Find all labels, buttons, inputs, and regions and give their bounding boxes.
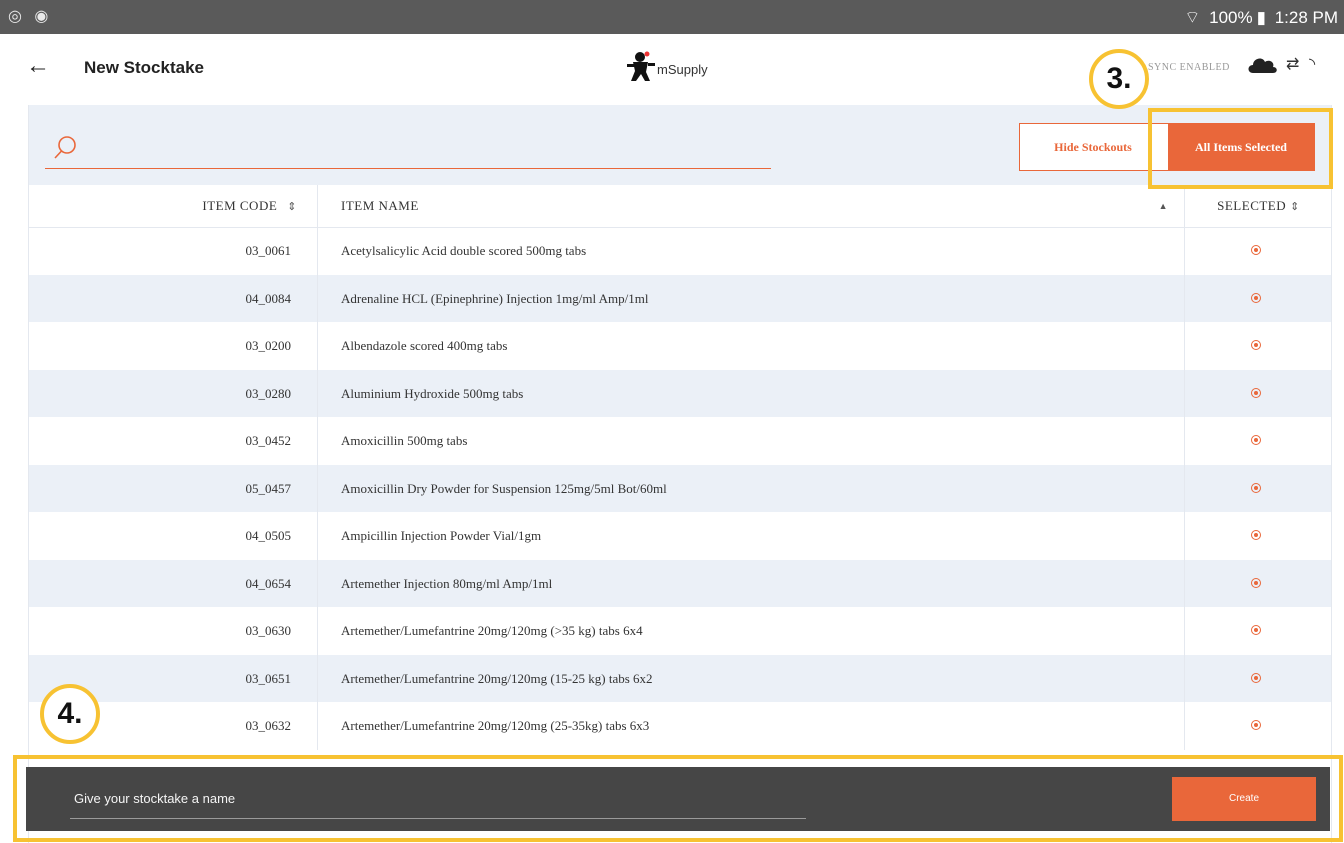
toolbar: Hide Stockouts All Items Selected — [29, 105, 1331, 185]
notification-icons: ◎ ◉ — [8, 8, 53, 25]
item-code: 03_0200 — [29, 322, 318, 370]
selected-cell — [1186, 275, 1331, 323]
selected-radio-icon[interactable] — [1251, 672, 1261, 683]
hide-stockouts-button[interactable]: Hide Stockouts — [1020, 124, 1166, 170]
selected-radio-icon[interactable] — [1251, 387, 1261, 398]
item-code: 05_0457 — [29, 464, 318, 512]
stocktake-panel: Hide Stockouts All Items Selected ITEM C… — [28, 105, 1332, 843]
column-header-item-code[interactable]: ITEM CODE ⇕ — [29, 185, 318, 227]
column-header-label: SELECTED — [1217, 198, 1287, 213]
status-right: ⌔ 100% ▮ 1:28 PM — [1180, 7, 1338, 28]
table-body: 03_0061 Acetylsalicylic Acid double scor… — [29, 227, 1331, 750]
item-name: Ampicillin Injection Powder Vial/1gm — [319, 512, 1185, 560]
back-arrow-icon[interactable]: ← — [26, 52, 50, 80]
logo-text: mSupply — [657, 62, 708, 77]
selected-radio-icon[interactable] — [1251, 720, 1261, 730]
item-name: Artemether/Lumefantrine 20mg/120mg (15-2… — [319, 654, 1185, 702]
battery-icon: ▮ — [1256, 8, 1266, 27]
stocktake-name-input[interactable] — [70, 779, 806, 819]
selected-radio-icon[interactable] — [1251, 292, 1261, 303]
item-code: 03_0630 — [29, 607, 318, 655]
sort-ascending-icon: ▲ — [1158, 201, 1168, 211]
clock: 1:28 PM — [1274, 8, 1338, 27]
item-code: 03_0061 — [29, 227, 318, 275]
selected-radio-icon[interactable] — [1251, 245, 1261, 255]
selected-cell — [1186, 560, 1331, 608]
search-input[interactable] — [45, 133, 771, 169]
create-button[interactable]: Create — [1172, 777, 1316, 821]
selected-cell — [1186, 322, 1331, 370]
sync-arrows-icon: ⇄ — [1286, 56, 1300, 73]
battery-percent: 100% — [1209, 8, 1253, 27]
item-name: Acetylsalicylic Acid double scored 500mg… — [319, 227, 1185, 275]
item-code: 04_0654 — [29, 559, 318, 607]
table-row[interactable]: 05_0457 Amoxicillin Dry Powder for Suspe… — [29, 464, 1331, 513]
column-header-item-name[interactable]: ITEM NAME ▲ — [319, 185, 1185, 227]
stocktake-name-bar: Create — [26, 767, 1330, 831]
wifi-icon: ⌔ — [1184, 8, 1201, 27]
table-row[interactable]: 03_0630 Artemether/Lumefantrine 20mg/120… — [29, 607, 1331, 655]
item-name: Amoxicillin Dry Powder for Suspension 12… — [319, 464, 1185, 512]
item-code: 03_0280 — [29, 369, 318, 417]
annotation-badge-4: 4. — [40, 684, 100, 744]
sort-icon: ⇕ — [1290, 201, 1300, 213]
table-row[interactable]: 03_0200 Albendazole scored 400mg tabs — [29, 322, 1331, 370]
signal-icon: ◝ — [1309, 56, 1316, 73]
item-code: 04_0505 — [29, 512, 318, 560]
item-name: Artemether/Lumefantrine 20mg/120mg (25-3… — [319, 702, 1185, 750]
selected-cell — [1186, 227, 1331, 275]
all-items-selected-button[interactable]: All Items Selected — [1168, 124, 1314, 170]
logo-mascot-icon — [627, 51, 655, 81]
column-header-label: ITEM NAME — [341, 198, 419, 213]
table-row[interactable]: 03_0452 Amoxicillin 500mg tabs — [29, 417, 1331, 465]
selected-radio-icon[interactable] — [1251, 577, 1261, 588]
item-name: Albendazole scored 400mg tabs — [319, 322, 1185, 370]
item-code: 04_0084 — [29, 274, 318, 322]
table-header: ITEM CODE ⇕ ITEM NAME ▲ SELECTED ⇕ — [29, 185, 1331, 228]
item-name: Artemether Injection 80mg/ml Amp/1ml — [319, 559, 1185, 607]
selected-cell — [1186, 370, 1331, 418]
table-row[interactable]: 04_0654 Artemether Injection 80mg/ml Amp… — [29, 559, 1331, 608]
table-row[interactable]: 03_0280 Aluminium Hydroxide 500mg tabs — [29, 369, 1331, 418]
column-header-selected[interactable]: SELECTED ⇕ — [1186, 185, 1331, 227]
item-name: Amoxicillin 500mg tabs — [319, 417, 1185, 465]
selected-radio-icon[interactable] — [1251, 435, 1261, 445]
annotation-badge-3: 3. — [1089, 49, 1149, 109]
selected-radio-icon[interactable] — [1251, 530, 1261, 540]
selected-radio-icon[interactable] — [1251, 625, 1261, 635]
selected-cell — [1186, 512, 1331, 560]
page-title: New Stocktake — [84, 58, 204, 77]
column-header-label: ITEM CODE — [202, 198, 278, 213]
table-row[interactable]: 03_0061 Acetylsalicylic Acid double scor… — [29, 227, 1331, 275]
status-bar: ◎ ◉ ⌔ 100% ▮ 1:28 PM — [0, 0, 1344, 34]
item-name: Artemether/Lumefantrine 20mg/120mg (>35 … — [319, 607, 1185, 655]
sync-status: SYNC ENABLED — [1148, 62, 1230, 73]
selected-cell — [1186, 655, 1331, 703]
selected-cell — [1186, 607, 1331, 655]
selection-toggle: Hide Stockouts All Items Selected — [1019, 123, 1315, 171]
item-name: Adrenaline HCL (Epinephrine) Injection 1… — [319, 274, 1185, 322]
selected-cell — [1186, 702, 1331, 750]
selected-radio-icon[interactable] — [1251, 482, 1261, 493]
table-row[interactable]: 04_0084 Adrenaline HCL (Epinephrine) Inj… — [29, 274, 1331, 323]
table-row[interactable]: 03_0632 Artemether/Lumefantrine 20mg/120… — [29, 702, 1331, 750]
selected-cell — [1186, 417, 1331, 465]
selected-cell — [1186, 465, 1331, 513]
item-code: 03_0452 — [29, 417, 318, 465]
sort-icon: ⇕ — [287, 201, 297, 213]
selected-radio-icon[interactable] — [1251, 340, 1261, 350]
item-name: Aluminium Hydroxide 500mg tabs — [319, 369, 1185, 417]
cloud-icon — [1246, 54, 1278, 79]
table-row[interactable]: 03_0651 Artemether/Lumefantrine 20mg/120… — [29, 654, 1331, 703]
table-row[interactable]: 04_0505 Ampicillin Injection Powder Vial… — [29, 512, 1331, 560]
